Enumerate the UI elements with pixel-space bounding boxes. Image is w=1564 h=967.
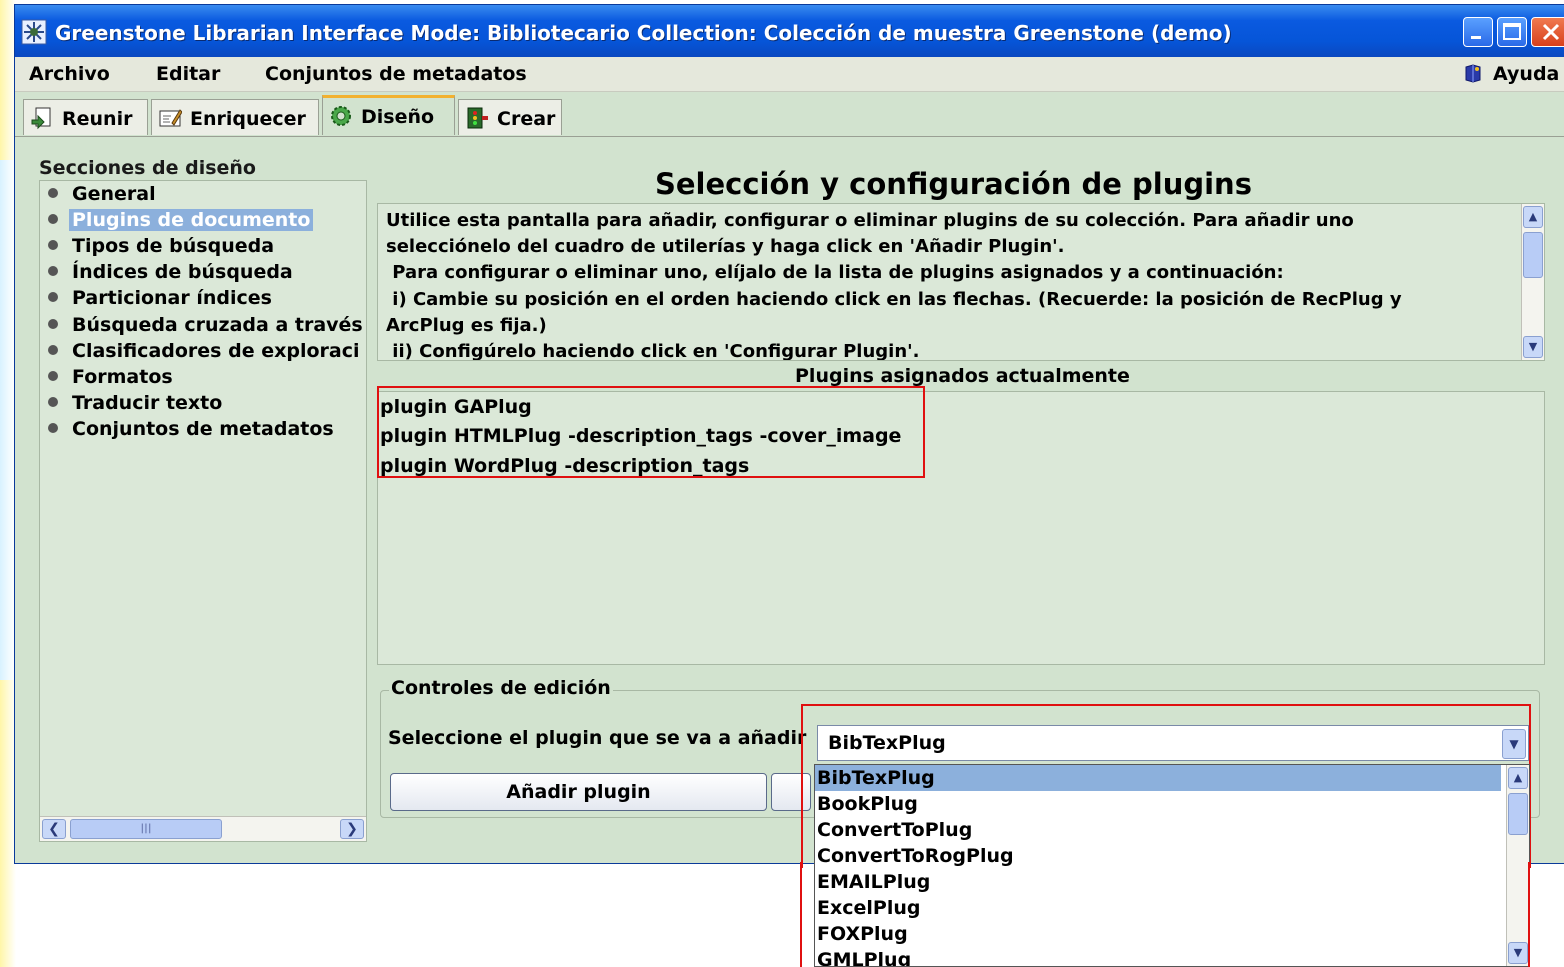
create-icon bbox=[467, 107, 488, 129]
tab-label: Crear bbox=[497, 108, 556, 130]
scroll-thumb[interactable] bbox=[1523, 232, 1543, 278]
bullet-icon bbox=[48, 371, 58, 381]
sidebar-item-tipos-busqueda[interactable]: Tipos de búsqueda bbox=[48, 235, 274, 257]
edit-controls-legend: Controles de edición bbox=[389, 677, 613, 699]
bullet-icon bbox=[48, 240, 58, 250]
sidebar-item-formatos[interactable]: Formatos bbox=[48, 366, 173, 388]
sections-list: General Plugins de documento Tipos de bú… bbox=[39, 180, 367, 842]
sidebar-item-particionar-indices[interactable]: Particionar índices bbox=[48, 287, 272, 309]
scroll-down-icon[interactable]: ▼ bbox=[1523, 336, 1543, 358]
enrich-icon bbox=[159, 109, 182, 127]
dropdown-option[interactable]: BookPlug bbox=[815, 791, 1501, 817]
bullet-icon bbox=[48, 266, 58, 276]
scroll-up-icon[interactable]: ▲ bbox=[1508, 767, 1528, 789]
annotation-highlight-assigned bbox=[377, 386, 925, 478]
sidebar-item-traducir-texto[interactable]: Traducir texto bbox=[48, 392, 222, 414]
select-plugin-label: Seleccione el plugin que se va a añadir bbox=[388, 727, 807, 749]
bullet-icon bbox=[48, 214, 58, 224]
tab-crear[interactable]: Crear bbox=[458, 99, 562, 135]
scroll-up-icon[interactable]: ▲ bbox=[1523, 206, 1543, 228]
sidebar-item-plugins-documento[interactable]: Plugins de documento bbox=[48, 209, 314, 231]
bullet-icon bbox=[48, 423, 58, 433]
tab-label: Diseño bbox=[361, 106, 435, 128]
tab-label: Enriquecer bbox=[190, 108, 306, 130]
bullet-icon bbox=[48, 319, 58, 329]
sections-horizontal-scrollbar[interactable]: ❮ ||| ❯ bbox=[40, 816, 366, 841]
menu-conjuntos-metadatos[interactable]: Conjuntos de metadatos bbox=[265, 63, 527, 85]
description-text: Utilice esta pantalla para añadir, confi… bbox=[386, 210, 1402, 361]
menu-archivo[interactable]: Archivo bbox=[29, 63, 110, 85]
annotation-highlight-dropdown bbox=[800, 862, 1530, 967]
title-bar: Greenstone Librarian Interface Mode: Bib… bbox=[15, 5, 1564, 57]
add-plugin-button[interactable]: Añadir plugin bbox=[390, 773, 767, 811]
menu-editar[interactable]: Editar bbox=[156, 63, 220, 85]
description-scrollbar[interactable]: ▲ ▼ bbox=[1521, 204, 1544, 360]
bullet-icon bbox=[48, 345, 58, 355]
tab-enriquecer[interactable]: Enriquecer bbox=[151, 99, 319, 135]
desktop-background-accent bbox=[0, 160, 14, 680]
maximize-icon bbox=[1503, 23, 1521, 40]
dropdown-option[interactable]: BibTexPlug bbox=[815, 765, 1501, 791]
bullet-icon bbox=[48, 397, 58, 407]
bullet-icon bbox=[48, 292, 58, 302]
scroll-thumb[interactable]: ||| bbox=[70, 819, 222, 839]
window-title: Greenstone Librarian Interface Mode: Bib… bbox=[55, 21, 1232, 45]
description-box: Utilice esta pantalla para añadir, confi… bbox=[377, 203, 1545, 361]
minimize-icon bbox=[1471, 36, 1481, 39]
bullet-icon bbox=[48, 188, 58, 198]
sidebar-item-indices-busqueda[interactable]: Índices de búsqueda bbox=[48, 261, 293, 283]
tab-divider bbox=[15, 136, 1564, 137]
app-window: Greenstone Librarian Interface Mode: Bib… bbox=[14, 4, 1564, 868]
sidebar-item-conjuntos-metadatos[interactable]: Conjuntos de metadatos bbox=[48, 418, 334, 440]
dropdown-option[interactable]: ConvertToPlug bbox=[815, 817, 1501, 843]
menu-bar: Archivo Editar Conjuntos de metadatos Ay… bbox=[15, 57, 1564, 92]
maximize-button[interactable] bbox=[1497, 17, 1527, 47]
scroll-thumb[interactable] bbox=[1508, 793, 1528, 835]
help-book-icon bbox=[1465, 64, 1481, 83]
tab-reunir[interactable]: Reunir bbox=[23, 99, 148, 135]
tab-label: Reunir bbox=[62, 108, 133, 130]
minimize-button[interactable] bbox=[1463, 17, 1493, 47]
close-icon bbox=[1542, 23, 1560, 41]
menu-ayuda[interactable]: Ayuda bbox=[1463, 63, 1559, 85]
assigned-plugins-label: Plugins asignados actualmente bbox=[795, 365, 1130, 387]
tab-bar: Reunir Enriquecer Diseño Crear bbox=[15, 95, 1564, 137]
scroll-left-icon[interactable]: ❮ bbox=[42, 819, 66, 839]
close-button[interactable] bbox=[1531, 17, 1564, 47]
sections-heading: Secciones de diseño bbox=[39, 157, 256, 179]
sidebar-item-clasificadores[interactable]: Clasificadores de exploraci bbox=[48, 340, 359, 362]
sidebar-item-busqueda-cruzada[interactable]: Búsqueda cruzada a través bbox=[48, 314, 363, 336]
gear-icon bbox=[331, 106, 351, 126]
sidebar-item-general[interactable]: General bbox=[48, 183, 156, 205]
scroll-right-icon[interactable]: ❯ bbox=[340, 819, 364, 839]
app-icon bbox=[21, 19, 47, 45]
gather-icon bbox=[31, 107, 51, 130]
help-label: Ayuda bbox=[1493, 63, 1560, 85]
tab-diseno[interactable]: Diseño bbox=[322, 95, 455, 135]
page-title: Selección y configuración de plugins bbox=[655, 167, 1252, 201]
